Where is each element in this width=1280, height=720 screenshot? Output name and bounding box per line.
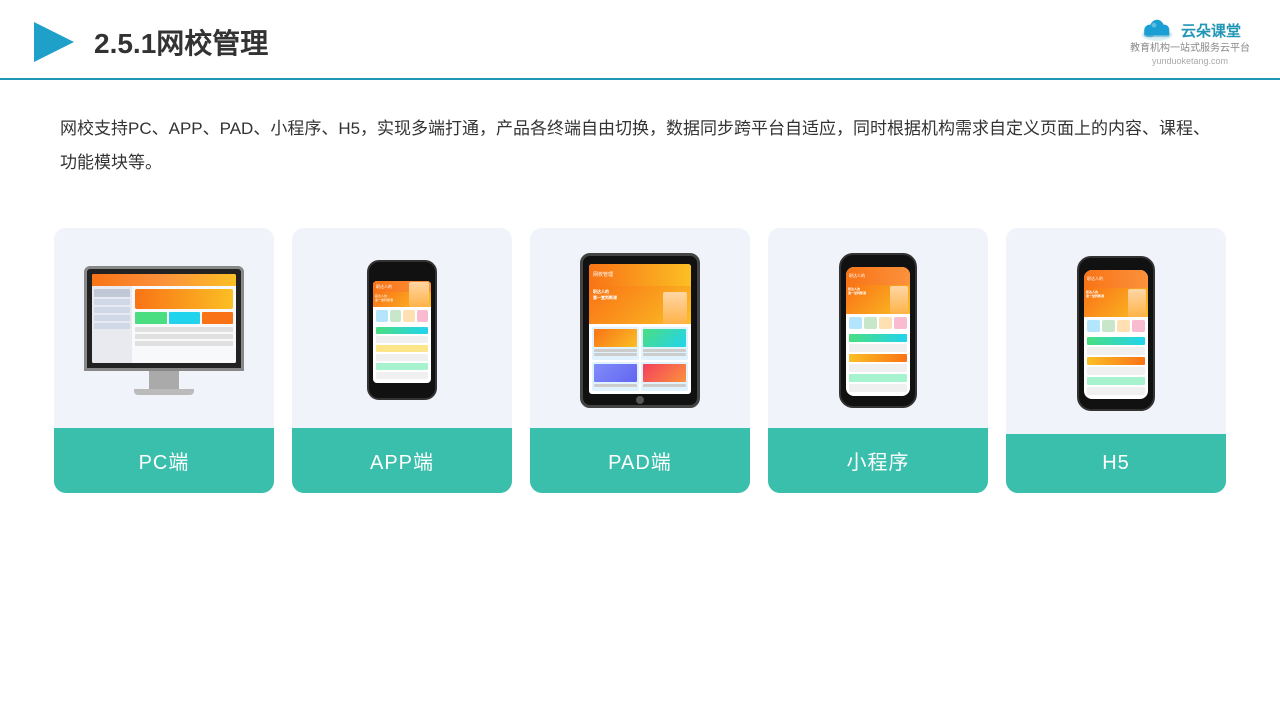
card-image-miniprogram: 职达人的 职达人的第一堂判断课	[768, 228, 988, 428]
header-left: 2.5.1网校管理	[30, 18, 268, 66]
card-h5: 职达人的 职达人的第一堂判断课	[1006, 228, 1226, 493]
pad-tablet-mockup: 网校管理 职达人的第一堂判断课	[575, 253, 705, 408]
card-pc: PC端	[54, 228, 274, 493]
play-icon	[30, 18, 78, 66]
logo-url: yunduoketang.com	[1152, 56, 1228, 66]
card-label-miniprogram: 小程序	[768, 428, 988, 493]
card-app: 职达人的 职达人的第一堂判断课	[292, 228, 512, 493]
card-label-pc: PC端	[54, 428, 274, 493]
mini-phone-mockup-2: 职达人的 职达人的第一堂判断课	[1074, 256, 1159, 411]
mini-phone-mockup-1: 职达人的 职达人的第一堂判断课	[836, 253, 921, 408]
card-pad: 网校管理 职达人的第一堂判断课	[530, 228, 750, 493]
logo-name: 云朵课堂	[1181, 20, 1241, 41]
pc-mockup	[79, 266, 249, 395]
app-phone-mockup: 职达人的 职达人的第一堂判断课	[362, 260, 442, 400]
card-label-app: APP端	[292, 428, 512, 493]
card-image-pad: 网校管理 职达人的第一堂判断课	[530, 228, 750, 428]
card-image-pc	[54, 228, 274, 428]
page-title: 2.5.1网校管理	[94, 22, 268, 62]
card-label-h5: H5	[1006, 434, 1226, 493]
logo-area: 云朵课堂 教育机构一站式服务云平台 yunduoketang.com	[1130, 18, 1250, 66]
logo-cloud: 云朵课堂	[1139, 18, 1241, 42]
description-text: 网校支持PC、APP、PAD、小程序、H5，实现多端打通，产品各终端自由切换，数…	[0, 80, 1280, 190]
card-miniprogram: 职达人的 职达人的第一堂判断课	[768, 228, 988, 493]
card-image-app: 职达人的 职达人的第一堂判断课	[292, 228, 512, 428]
cards-container: PC端 职达人的 职达人的第一堂判断课	[0, 200, 1280, 493]
logo-tagline: 教育机构一站式服务云平台	[1130, 42, 1250, 55]
cloud-icon	[1139, 18, 1175, 42]
card-image-h5: 职达人的 职达人的第一堂判断课	[1006, 228, 1226, 434]
page-header: 2.5.1网校管理 云朵课堂 教育机构一站式服务云平台 yunduoketang…	[0, 0, 1280, 80]
card-label-pad: PAD端	[530, 428, 750, 493]
